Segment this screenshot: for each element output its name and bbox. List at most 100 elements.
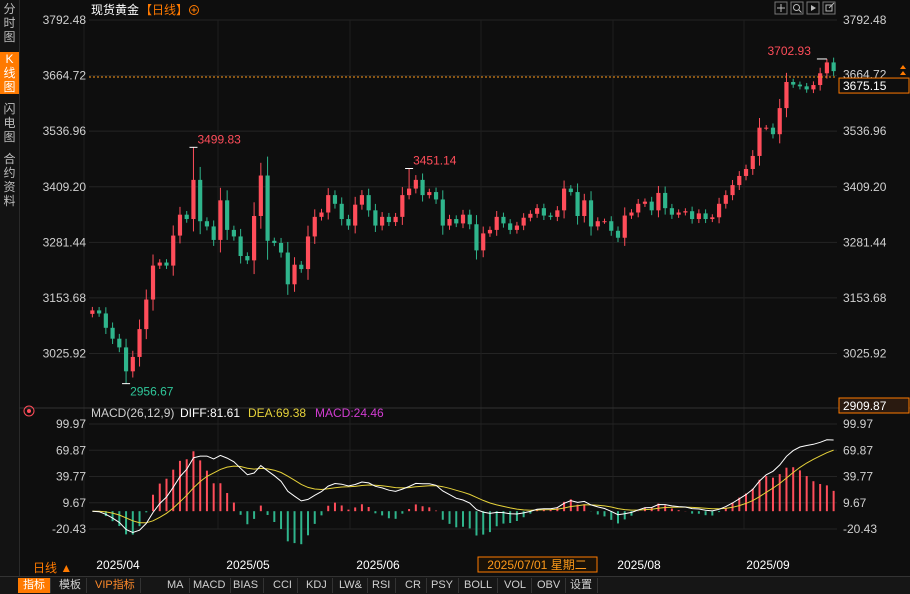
candle [629,209,634,219]
candle [541,203,546,221]
indicator-tab-6[interactable]: CCI [268,578,298,593]
indicator-tab-7[interactable]: KDJ [301,578,333,593]
side-tab-0[interactable]: 分 时 图 [0,2,19,44]
date-label-3: 2025/08 [617,558,661,572]
macd-label: MACD(26,12,9) [91,406,174,420]
indicator-tab-2[interactable]: VIP指标 [90,578,141,593]
date-label-1: 2025/05 [226,558,270,572]
right-axis-label-6: 3025.92 [843,347,887,361]
side-tab-3[interactable]: 合 约 资 料 [0,152,19,208]
candlesticks [90,57,836,384]
candle [184,210,189,223]
candle [204,217,210,231]
period-label[interactable]: 日线 ▲ [33,561,72,575]
macd-diff: DIFF:81.61 [180,406,240,420]
candle [575,183,580,225]
candle [252,202,257,275]
indicator-tab-3[interactable]: MA [162,578,190,593]
candle [764,125,769,131]
candle [427,188,432,199]
candle [137,319,142,367]
side-tab-1[interactable]: K 线 图 [0,52,19,94]
play-icon[interactable] [806,1,820,15]
macd-right-axis-0: 99.97 [843,417,873,431]
indicator-tab-9[interactable]: RSI [367,578,397,593]
chart-title: 现货黄金 [91,2,139,17]
candle [791,78,796,88]
candle [494,210,499,236]
candle [669,203,674,219]
candle [150,254,156,311]
indicator-tab-12[interactable]: BOLL [459,578,499,593]
candle [90,306,95,318]
left-axis-label-1: 3664.72 [43,69,87,83]
candle [642,198,648,207]
candle [407,168,412,200]
macd-dea: DEA:69.38 [248,406,306,420]
indicator-tab-15[interactable]: 设置 [565,578,598,593]
candle [487,226,493,237]
date-label-4: 2025/09 [746,558,790,572]
date-gridlines [83,20,745,529]
candle [730,179,735,201]
left-axis-label-4: 3281.44 [43,235,87,249]
candle [528,210,533,222]
candle [326,188,331,220]
candle [460,209,466,229]
candle [521,213,526,231]
candle [663,186,668,215]
candle [258,162,263,229]
candle [649,196,654,216]
side-tab-2[interactable]: 闪 电 图 [0,102,19,144]
annotation-high_may: 3499.83 [197,132,241,146]
candle [177,206,183,244]
indicator-tab-4[interactable]: MACD [188,578,232,593]
candle [622,207,627,246]
candle [157,259,162,269]
candle [636,199,641,218]
cursor-date: 2025/07/01 星期二 [487,558,586,572]
candle [561,180,567,219]
candle [272,237,277,247]
left-axis-label-2: 3536.96 [43,124,87,138]
annotation-high_jun: 3451.14 [413,154,457,168]
indicator-tab-5[interactable]: BIAS [228,578,265,593]
candle [804,82,809,93]
macd-left-axis-3: 9.67 [63,496,87,510]
current-price-label: 3675.15 [843,79,887,93]
candle [811,81,816,94]
candle [770,123,776,139]
macd-histogram [98,451,835,545]
indicator-tab-11[interactable]: PSY [426,578,460,593]
right-axis-label-3: 3409.20 [843,180,887,194]
candle [555,206,560,222]
crosshair-icon[interactable] [774,1,788,15]
candle [743,164,749,181]
right-axis-label-0: 3792.48 [843,13,887,27]
indicator-tab-13[interactable]: VOL [499,578,533,593]
macd-left-axis-2: 39.77 [56,470,86,484]
indicator-tab-1[interactable]: 模板 [54,578,87,593]
indicator-tab-8[interactable]: LW& [334,578,369,593]
candle [319,208,324,221]
candle [110,322,115,345]
axis-min-label: 2909.87 [843,399,887,413]
candle [703,209,708,224]
indicator-tab-14[interactable]: OBV [532,578,567,593]
candle [238,228,243,264]
indicator-tab-10[interactable]: CR [400,578,427,593]
chart-area[interactable]: 3792.48 3792.48 3664.72 3536.96 3536.96 3409.… [19,0,910,576]
macd-right-axis-4: -20.43 [843,522,877,536]
candle [777,98,782,144]
export-icon[interactable] [822,1,836,15]
indicator-tab-0[interactable]: 指标 [18,578,51,593]
left-axis-label-6: 3025.92 [43,347,87,361]
candle [292,257,297,292]
candle [656,185,661,218]
macd-left-axis-4: -20.43 [52,522,86,536]
candle [757,117,762,166]
candle [615,226,621,243]
zoom-in-icon[interactable] [790,1,804,15]
chevron-up-icon[interactable] [900,65,906,76]
circle-plus-icon[interactable] [189,5,199,15]
